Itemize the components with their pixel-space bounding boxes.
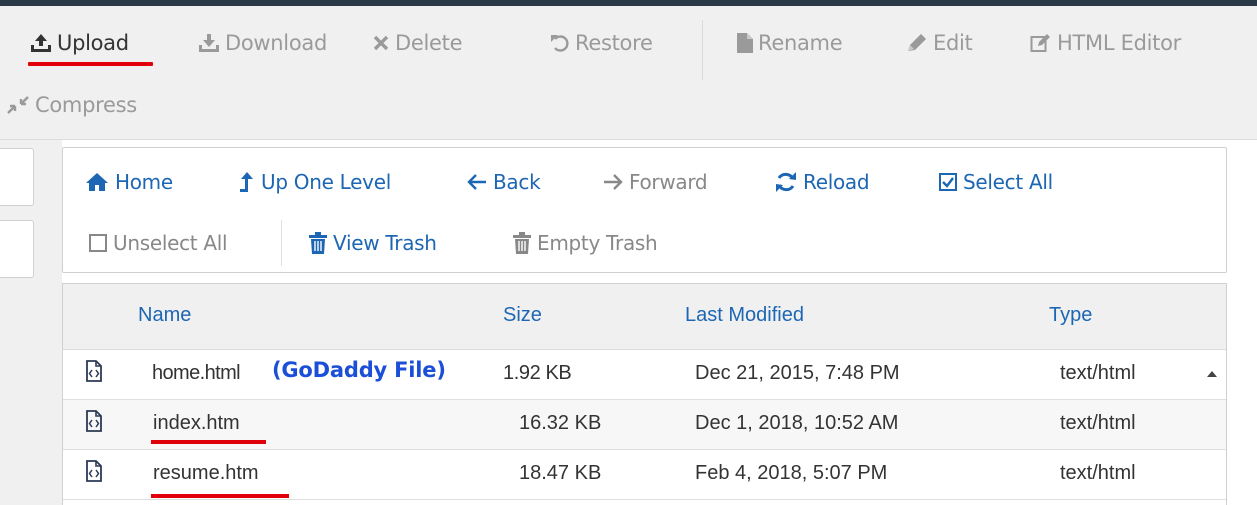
table-header: Name Size Last Modified Type <box>63 284 1226 350</box>
download-button[interactable]: Download <box>198 28 327 58</box>
empty-trash-button[interactable]: Empty Trash <box>513 228 658 258</box>
home-label: Home <box>115 170 173 194</box>
upload-icon <box>31 34 51 52</box>
upload-highlight-underline <box>28 62 153 66</box>
godaddy-file-annotation: (GoDaddy File) <box>272 358 446 382</box>
edit-box-icon <box>1030 34 1050 52</box>
home-icon <box>86 173 108 191</box>
table-row[interactable]: index.htm 16.32 KB Dec 1, 2018, 10:52 AM… <box>63 400 1226 450</box>
edit-button[interactable]: Edit <box>906 28 973 58</box>
navigation-toolbar: Home Up One Level Back Forward Reload Se… <box>62 147 1227 273</box>
left-panel-tree[interactable] <box>0 220 34 278</box>
file-size: 1.92 KB <box>503 362 572 384</box>
rename-label: Rename <box>758 31 843 55</box>
up-one-level-button[interactable]: Up One Level <box>239 167 391 197</box>
file-toolbar: Upload Download Delete Restore Rename Ed… <box>0 6 1257 140</box>
file-type: text/html <box>1060 412 1136 434</box>
up-one-level-label: Up One Level <box>261 170 391 194</box>
edit-label: Edit <box>933 31 973 55</box>
view-trash-label: View Trash <box>333 231 437 255</box>
file-size: 16.32 KB <box>519 412 602 434</box>
file-name[interactable]: resume.htm <box>153 462 259 485</box>
html-editor-label: HTML Editor <box>1057 31 1181 55</box>
table-row[interactable]: resume.htm 18.47 KB Feb 4, 2018, 5:07 PM… <box>63 450 1226 500</box>
unselect-all-label: Unselect All <box>113 231 228 255</box>
reload-button[interactable]: Reload <box>775 167 870 197</box>
forward-button[interactable]: Forward <box>603 167 708 197</box>
upload-button[interactable]: Upload <box>30 28 129 58</box>
pencil-icon <box>908 34 926 51</box>
trash-icon <box>309 232 327 254</box>
checked-box-icon <box>939 173 957 191</box>
column-header-size[interactable]: Size <box>503 304 542 327</box>
refresh-icon <box>776 172 796 192</box>
code-file-icon <box>86 360 102 382</box>
back-label: Back <box>493 170 541 194</box>
restore-label: Restore <box>575 31 653 55</box>
x-icon <box>373 35 389 51</box>
file-type: text/html <box>1060 462 1136 484</box>
delete-label: Delete <box>395 31 463 55</box>
file-type: text/html <box>1060 362 1136 384</box>
file-table: Name Size Last Modified Type home.html (… <box>62 283 1227 505</box>
file-highlight-underline <box>151 440 266 444</box>
delete-button[interactable]: Delete <box>372 28 463 58</box>
compress-button[interactable]: Compress <box>6 90 137 120</box>
rename-button[interactable]: Rename <box>737 28 843 58</box>
file-name[interactable]: home.html <box>152 362 241 385</box>
select-all-button[interactable]: Select All <box>939 167 1053 197</box>
left-panel <box>0 140 62 505</box>
scroll-up-arrow[interactable] <box>1207 371 1217 377</box>
empty-box-icon <box>89 234 107 252</box>
file-name[interactable]: index.htm <box>153 412 240 435</box>
arrow-right-icon <box>604 174 623 190</box>
nav-separator <box>281 220 282 266</box>
select-all-label: Select All <box>963 170 1053 194</box>
arrow-left-icon <box>467 174 486 190</box>
empty-trash-label: Empty Trash <box>537 231 658 255</box>
code-file-icon <box>86 410 102 432</box>
file-last-modified: Dec 21, 2015, 7:48 PM <box>695 362 900 384</box>
table-row[interactable]: home.html (GoDaddy File) 1.92 KB Dec 21,… <box>63 350 1226 400</box>
view-trash-button[interactable]: View Trash <box>309 228 437 258</box>
back-button[interactable]: Back <box>467 167 541 197</box>
unselect-all-button[interactable]: Unselect All <box>89 228 228 258</box>
restore-button[interactable]: Restore <box>550 28 653 58</box>
compress-icon <box>7 96 29 114</box>
home-button[interactable]: Home <box>85 167 173 197</box>
toolbar-separator <box>702 20 703 80</box>
file-highlight-underline <box>151 494 289 498</box>
column-header-name[interactable]: Name <box>138 304 191 327</box>
reload-label: Reload <box>803 170 870 194</box>
file-size: 18.47 KB <box>519 462 602 484</box>
file-last-modified: Feb 4, 2018, 5:07 PM <box>695 462 888 484</box>
file-last-modified: Dec 1, 2018, 10:52 AM <box>695 412 899 434</box>
trash-icon <box>513 232 531 254</box>
compress-label: Compress <box>35 93 137 117</box>
html-editor-button[interactable]: HTML Editor <box>1030 28 1181 58</box>
download-label: Download <box>225 31 327 55</box>
code-file-icon <box>86 460 102 482</box>
forward-label: Forward <box>629 170 708 194</box>
left-panel-field[interactable] <box>0 148 34 206</box>
undo-icon <box>551 35 569 52</box>
file-icon <box>737 33 753 53</box>
column-header-type[interactable]: Type <box>1049 304 1092 327</box>
column-header-last-modified[interactable]: Last Modified <box>685 304 804 327</box>
download-icon <box>199 34 219 52</box>
upload-label: Upload <box>57 31 129 55</box>
level-up-icon <box>240 172 253 192</box>
